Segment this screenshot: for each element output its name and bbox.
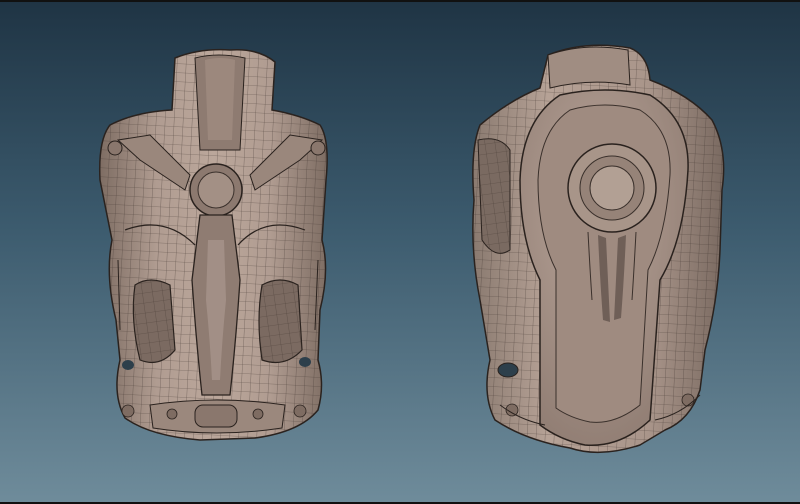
- render-viewport: [0, 0, 800, 504]
- vest-front-model: [98, 48, 328, 441]
- vest-back-model: [472, 44, 725, 454]
- render-canvas: [98, 44, 725, 454]
